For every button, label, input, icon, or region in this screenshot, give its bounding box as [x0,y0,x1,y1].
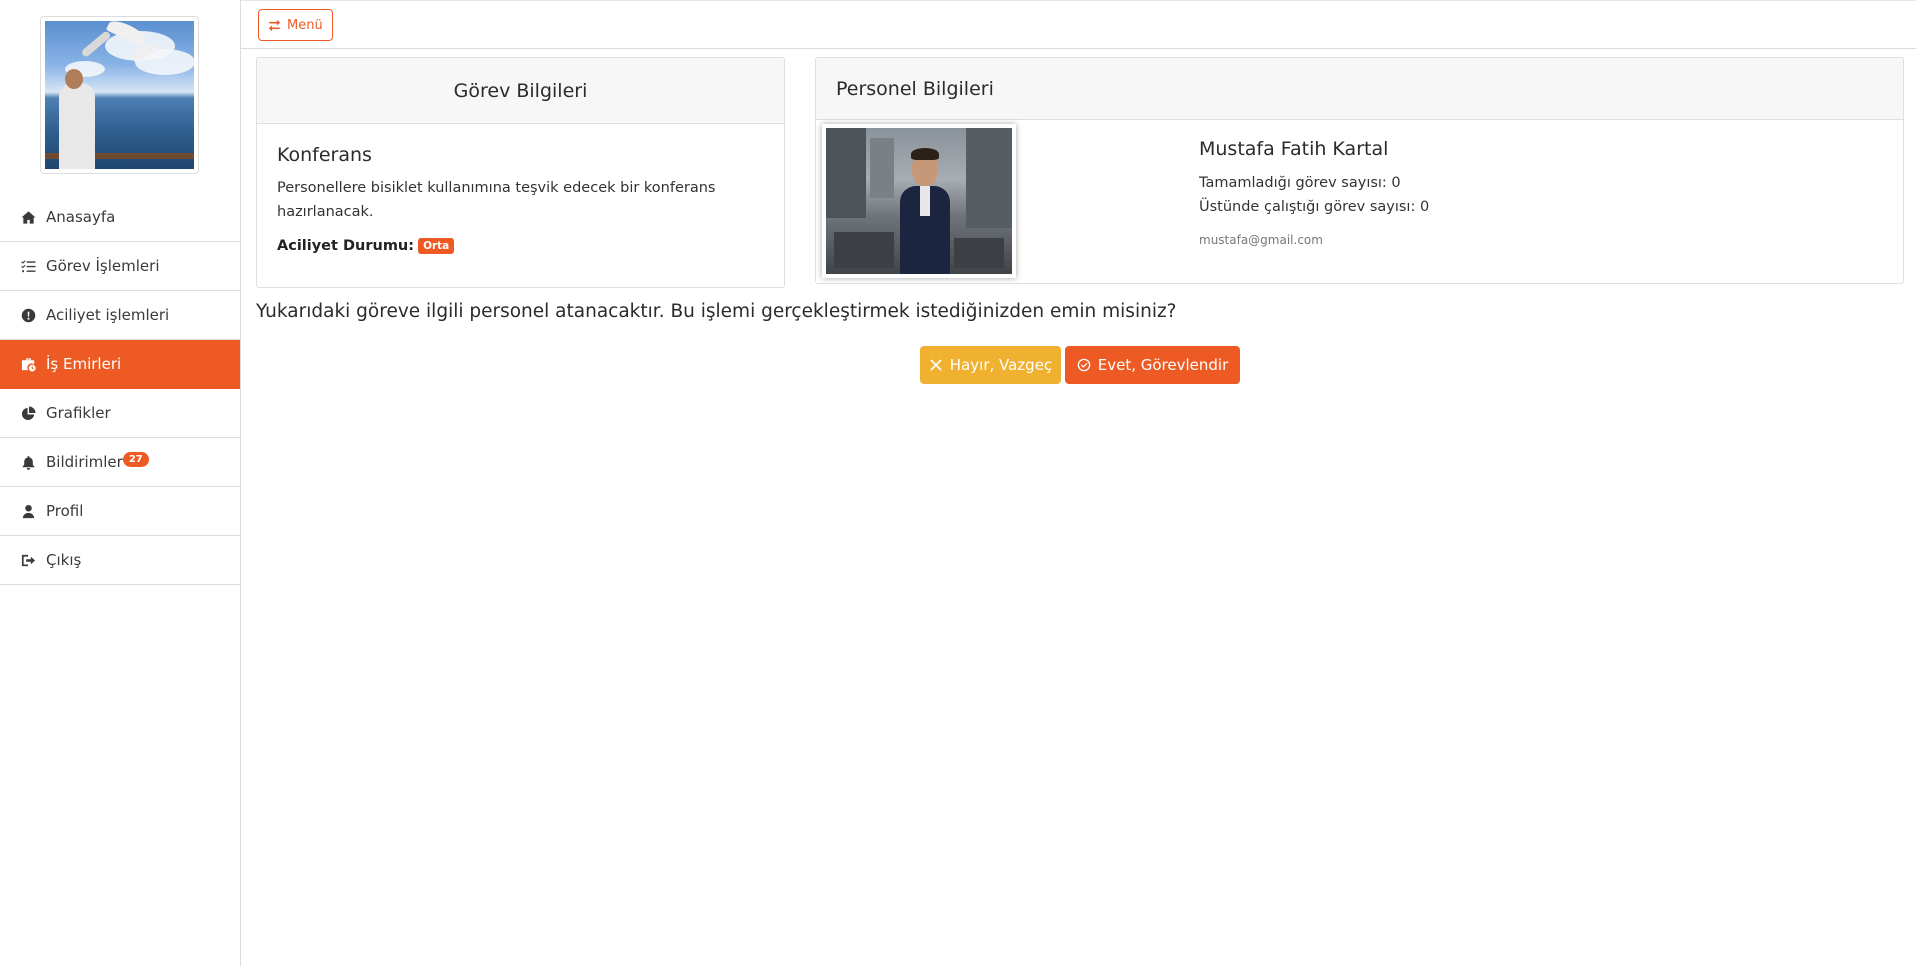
personnel-details: Mustafa Fatih Kartal Tamamladığı görev s… [1199,138,1429,247]
urgency-label: Aciliyet Durumu: [277,238,415,254]
sidebar: Anasayfa Görev İşlemleri Aciliyet işleml… [0,0,241,966]
sidebar-item-anasayfa[interactable]: Anasayfa [0,193,240,242]
task-card-header: Görev Bilgileri [257,58,784,124]
completed-task-count: Tamamladığı görev sayısı: 0 [1199,175,1401,191]
sign-out-icon [20,552,36,568]
avatar-photo [45,21,194,169]
menu-toggle-button[interactable]: Menü [258,9,333,41]
notification-count-badge: 27 [122,451,149,467]
sidebar-item-profil[interactable]: Profil [0,487,240,536]
sidebar-item-cikis[interactable]: Çıkış [0,536,240,585]
briefcase-clock-icon [20,356,36,372]
swap-arrows-icon [268,19,281,31]
check-circle-icon [1077,358,1091,372]
sidebar-item-label: Çıkış [46,551,82,569]
sidebar-item-label: İş Emirleri [46,355,122,373]
personnel-info-card: Personel Bilgileri Mustafa Fatih Kartal … [815,57,1904,284]
topbar: Menü [241,0,1916,49]
sidebar-item-label: Grafikler [46,404,111,422]
home-icon [20,209,36,225]
personnel-name: Mustafa Fatih Kartal [1199,138,1389,160]
menu-toggle-label: Menü [287,17,323,33]
sidebar-item-aciliyet-islemleri[interactable]: Aciliyet işlemleri [0,291,240,340]
sidebar-item-label: Bildirimler [46,453,123,471]
cancel-button-label: Hayır, Vazgeç [949,356,1053,374]
sidebar-item-label: Profil [46,502,84,520]
sidebar-item-gorev-islemleri[interactable]: Görev İşlemleri [0,242,240,291]
task-description: Personellere bisiklet kullanımına teşvik… [277,180,716,220]
profile-avatar[interactable] [40,16,199,174]
close-icon [930,359,942,371]
pie-chart-icon [20,405,36,421]
sidebar-item-label: Anasayfa [46,208,116,226]
assign-button-label: Evet, Görevlendir [1097,356,1229,374]
sidebar-item-grafikler[interactable]: Grafikler [0,389,240,438]
assign-button[interactable]: Evet, Görevlendir [1065,346,1240,384]
urgency-row: Aciliyet Durumu: Orta [277,238,764,254]
exclamation-circle-icon [20,307,36,323]
sidebar-item-bildirimler[interactable]: Bildirimler 27 [0,438,240,487]
urgency-badge: Orta [418,238,455,254]
sidebar-item-is-emirleri[interactable]: İş Emirleri [0,340,240,389]
task-info-card: Görev Bilgileri Konferans Personellere b… [256,57,785,288]
sidebar-item-label: Aciliyet işlemleri [46,306,170,324]
tasks-icon [20,258,36,274]
personnel-photo [822,124,1016,278]
user-icon [20,503,36,519]
cancel-button[interactable]: Hayır, Vazgeç [920,346,1061,384]
personnel-card-header: Personel Bilgileri [816,58,1903,120]
task-title: Konferans [277,144,372,166]
personnel-email: mustafa@gmail.com [1199,233,1323,247]
sidebar-nav: Anasayfa Görev İşlemleri Aciliyet işleml… [0,193,240,585]
working-task-count: Üstünde çalıştığı görev sayısı: 0 [1199,199,1430,215]
bell-icon [20,454,36,470]
sidebar-item-label: Görev İşlemleri [46,257,160,275]
confirmation-question: Yukarıdaki göreve ilgili personel atanac… [256,301,1177,322]
